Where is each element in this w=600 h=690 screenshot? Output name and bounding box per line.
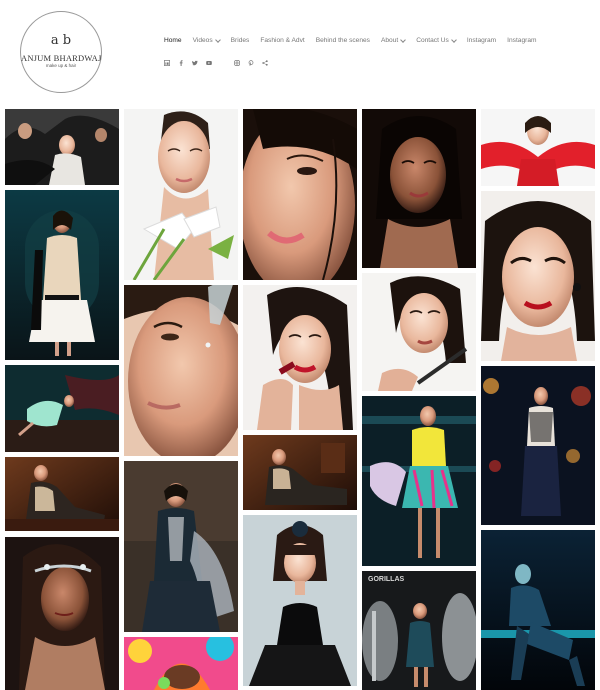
- social-links-secondary: [234, 60, 276, 66]
- gallery-photo-bold-brows[interactable]: [481, 191, 595, 361]
- gallery-photo-bob-haircut[interactable]: [243, 515, 357, 686]
- gallery-photo-serum-dropper[interactable]: [124, 285, 238, 456]
- twitter-icon[interactable]: [192, 60, 198, 66]
- nav-instagram-2[interactable]: Instagram: [507, 37, 536, 44]
- youtube-icon[interactable]: [206, 60, 212, 66]
- nav-label: Videos: [192, 37, 213, 44]
- nav-label: About: [380, 37, 399, 44]
- gallery-photo-headpiece[interactable]: [5, 537, 119, 690]
- gallery-photo-leap[interactable]: [5, 365, 119, 452]
- gallery-photo-kurta-seated[interactable]: [124, 461, 238, 632]
- nav-instagram-1[interactable]: Instagram: [467, 37, 496, 44]
- nav-label: Home: [164, 37, 182, 44]
- gallery-photo-red-lipstick[interactable]: [243, 285, 357, 430]
- gallery-photo-ornate-room[interactable]: [5, 190, 119, 360]
- share-icon[interactable]: [262, 60, 268, 66]
- logo-tagline: make up & hair: [45, 63, 77, 68]
- nav-contact-us[interactable]: Contact Us: [416, 36, 457, 44]
- instagram-icon[interactable]: [234, 60, 240, 66]
- chevron-down-icon: [400, 36, 407, 43]
- chevron-down-icon: [214, 36, 221, 43]
- logo-name: ANJUM BHARDWAJ: [21, 53, 102, 63]
- gallery-photo-models-group[interactable]: [5, 109, 119, 185]
- pinterest-icon[interactable]: [248, 60, 254, 66]
- nav-label: Fashion & Advt: [260, 37, 305, 44]
- nav-about[interactable]: About: [380, 36, 407, 44]
- gallery-photo-lily-beauty[interactable]: [124, 109, 238, 280]
- nav-videos[interactable]: Videos: [192, 36, 221, 44]
- nav-label: Brides: [230, 37, 250, 44]
- gallery-photo-dark-portrait[interactable]: [362, 109, 476, 268]
- nav-behind-the-scenes[interactable]: Behind the scenes: [316, 37, 370, 44]
- nav-home[interactable]: Home: [164, 37, 182, 44]
- gallery-photo-brewery[interactable]: GORILLAS: [362, 571, 476, 690]
- gallery-photo-colorful-hands[interactable]: [124, 637, 238, 690]
- gallery-photo-night-lights[interactable]: [481, 366, 595, 525]
- nav-label: Instagram: [466, 37, 497, 44]
- main-nav: Home Videos Brides Fashion & Advt Behind…: [164, 36, 547, 44]
- nav-label: Behind the scenes: [315, 37, 370, 44]
- social-links: [164, 60, 220, 66]
- gallery-photo-closeup-face[interactable]: [243, 109, 357, 280]
- nav-fashion-advt[interactable]: Fashion & Advt: [260, 37, 304, 44]
- gallery-photo-lounging[interactable]: [243, 435, 357, 510]
- nav-label: Contact Us: [416, 37, 449, 44]
- site-logo[interactable]: a b ANJUM BHARDWAJ make up & hair: [20, 11, 102, 93]
- facebook-icon[interactable]: [178, 60, 184, 66]
- gallery-photo-red-scarf[interactable]: [481, 109, 595, 186]
- chevron-down-icon: [450, 36, 457, 43]
- gallery-photo-reclining[interactable]: [5, 457, 119, 531]
- linkedin-icon[interactable]: [164, 60, 170, 66]
- nav-label: Instagram: [507, 37, 537, 44]
- nav-brides[interactable]: Brides: [231, 37, 250, 44]
- gallery-photo-blue-seated[interactable]: [481, 530, 595, 690]
- gallery-photo-colorful-dress[interactable]: [362, 396, 476, 566]
- logo-monogram: a b: [50, 33, 72, 48]
- svg-text:GORILLAS: GORILLAS: [368, 576, 404, 583]
- gallery-photo-eyeliner[interactable]: [362, 273, 476, 391]
